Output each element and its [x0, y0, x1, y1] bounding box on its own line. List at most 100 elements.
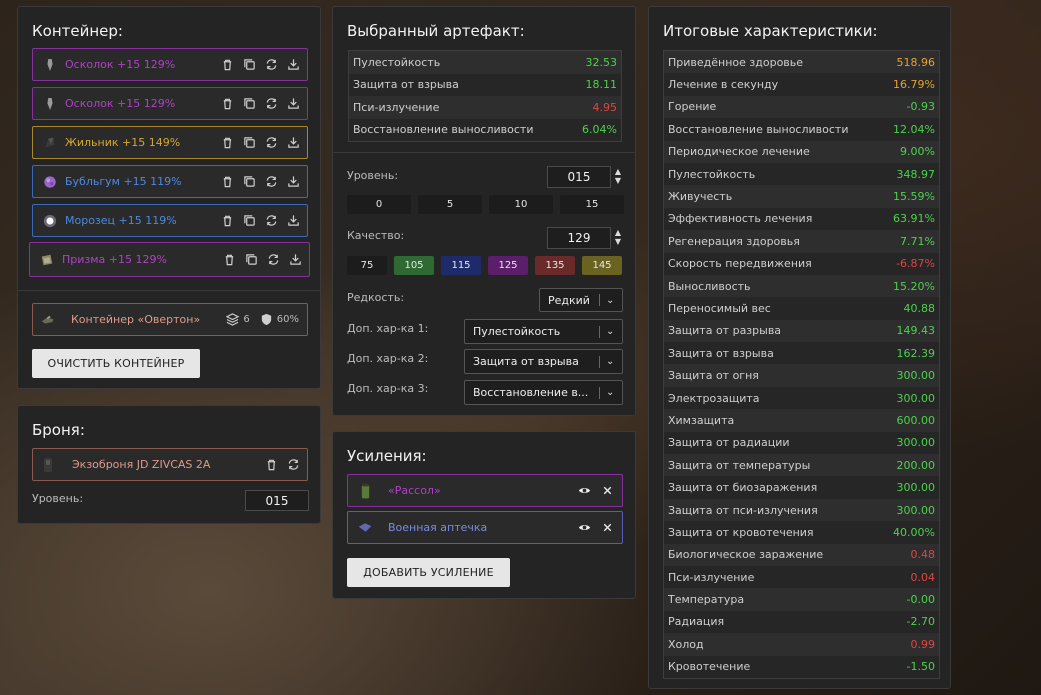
stat-name: Защита от взрыва — [353, 78, 459, 92]
quality-spinner[interactable]: ▲ ▼ — [614, 228, 622, 246]
stat-name: Защита от взрыва — [668, 346, 774, 360]
stat-name: Защита от кровотечения — [668, 525, 814, 539]
quality-preset-button[interactable]: 115 — [441, 256, 481, 275]
quality-input[interactable]: 129 — [547, 227, 611, 249]
stat-row: Периодическое лечение 9.00% — [664, 140, 939, 163]
trash-icon[interactable] — [221, 136, 234, 149]
stat-value: 40.00% — [893, 525, 935, 539]
stat-name: Защита от температуры — [668, 458, 811, 472]
swap-icon[interactable] — [265, 175, 278, 188]
boost-name: Военная аптечка — [388, 521, 488, 534]
download-icon[interactable] — [287, 214, 300, 227]
quality-preset-button[interactable]: 145 — [582, 256, 622, 275]
artifact-row[interactable]: Призма +15 129% — [29, 242, 310, 277]
armor-title: Броня: — [32, 421, 85, 439]
stat-row: Пулестойкость 348.97 — [664, 162, 939, 186]
level-preset-button[interactable]: 0 — [347, 195, 411, 214]
artifact-thumbnail-icon — [43, 134, 57, 152]
artifact-row[interactable]: Бубльгум +15 119% — [32, 165, 308, 198]
boost-name: «Рассол» — [388, 484, 441, 497]
stat-value: 149.43 — [896, 324, 936, 338]
extra-stat-1-select[interactable]: Пулестойкость ⌄ — [464, 319, 623, 344]
copy-icon[interactable] — [245, 253, 258, 266]
artifact-row[interactable]: Осколок +15 129% — [32, 48, 308, 81]
stat-row: Защита от биозаражения 300.00 — [664, 476, 939, 499]
armor-item[interactable]: Экзоброня JD ZIVCAS 2A — [32, 448, 308, 481]
trash-icon[interactable] — [223, 253, 236, 266]
extra-stat-3-select[interactable]: Восстановление в... ⌄ — [464, 380, 623, 405]
copy-icon[interactable] — [243, 214, 256, 227]
trash-icon[interactable] — [221, 175, 234, 188]
armor-level-input[interactable]: 015 — [245, 490, 309, 511]
download-icon[interactable] — [287, 175, 300, 188]
stat-value: 300.00 — [896, 481, 936, 495]
swap-icon[interactable] — [265, 97, 278, 110]
rarity-select[interactable]: Редкий ⌄ — [539, 288, 623, 312]
chevron-down-icon: ⌄ — [606, 294, 615, 306]
artifact-row[interactable]: Жильник +15 149% — [32, 126, 308, 159]
copy-icon[interactable] — [243, 136, 256, 149]
level-preset-button[interactable]: 5 — [418, 195, 482, 214]
quality-preset-button[interactable]: 75 — [347, 256, 387, 275]
stat-value: 348.97 — [896, 167, 936, 181]
stat-value: 200.00 — [896, 458, 936, 472]
trash-icon[interactable] — [265, 458, 278, 471]
level-input[interactable]: 015 — [547, 166, 611, 188]
selected-stats-table: Пулестойкость 32.53 Защита от взрыва 18.11 П… — [348, 50, 622, 142]
swap-icon[interactable] — [265, 58, 278, 71]
swap-icon[interactable] — [287, 458, 300, 471]
boost-row[interactable]: Военная аптечка — [347, 511, 623, 544]
extra-stat-2-select[interactable]: Защита от взрыва ⌄ — [464, 349, 623, 374]
level-preset-button[interactable]: 10 — [489, 195, 553, 214]
download-icon[interactable] — [287, 136, 300, 149]
close-icon[interactable] — [601, 484, 614, 497]
artifact-name: Призма +15 129% — [62, 253, 167, 266]
stat-name: Регенерация здоровья — [668, 234, 800, 248]
stat-name: Живучесть — [668, 190, 733, 204]
stat-row: Лечение в секунду 16.79% — [664, 73, 939, 96]
stat-row: Выносливость 15.20% — [664, 274, 939, 298]
stat-value: 0.48 — [910, 548, 936, 562]
stat-name: Пси-излучение — [668, 570, 755, 584]
artifact-row[interactable]: Осколок +15 129% — [32, 87, 308, 120]
eye-icon[interactable] — [578, 484, 591, 497]
boost-row[interactable]: «Рассол» — [347, 474, 623, 507]
stat-row: Защита от огня 300.00 — [664, 364, 939, 387]
add-boost-button[interactable]: ДОБАВИТЬ УСИЛЕНИЕ — [347, 558, 510, 587]
artifact-thumbnail-icon — [43, 212, 57, 230]
stat-value: 162.39 — [896, 346, 936, 360]
extra-stat-2-label: Доп. хар-ка 2: — [347, 352, 429, 365]
quality-preset-button[interactable]: 125 — [488, 256, 528, 275]
quality-preset-button[interactable]: 105 — [394, 256, 434, 275]
copy-icon[interactable] — [243, 97, 256, 110]
level-spinner[interactable]: ▲ ▼ — [614, 167, 622, 185]
artifact-row[interactable]: Морозец +15 119% — [32, 204, 308, 237]
swap-icon[interactable] — [265, 136, 278, 149]
stat-value: -0.93 — [906, 100, 935, 114]
trash-icon[interactable] — [221, 214, 234, 227]
close-icon[interactable] — [601, 521, 614, 534]
stat-value: 9.00% — [900, 145, 935, 159]
clear-container-button[interactable]: ОЧИСТИТЬ КОНТЕЙНЕР — [32, 349, 200, 378]
container-item[interactable]: Контейнер «Овертон» 6 60% — [32, 303, 308, 336]
quality-label: Качество: — [347, 229, 405, 242]
download-icon[interactable] — [287, 58, 300, 71]
swap-icon[interactable] — [267, 253, 280, 266]
stat-value: 15.59% — [893, 190, 935, 204]
download-icon[interactable] — [287, 97, 300, 110]
stat-name: Электрозащита — [668, 391, 760, 405]
download-icon[interactable] — [289, 253, 302, 266]
copy-icon[interactable] — [243, 58, 256, 71]
eye-icon[interactable] — [578, 521, 591, 534]
quality-presets: 75 105 115 125 135 145 — [347, 256, 622, 275]
swap-icon[interactable] — [265, 214, 278, 227]
trash-icon[interactable] — [221, 58, 234, 71]
trash-icon[interactable] — [221, 97, 234, 110]
level-preset-button[interactable]: 15 — [560, 195, 624, 214]
container-slots: 6 — [243, 314, 250, 325]
quality-preset-button[interactable]: 135 — [535, 256, 575, 275]
copy-icon[interactable] — [243, 175, 256, 188]
stat-name: Пси-излучение — [353, 100, 440, 114]
boost-thumbnail-icon — [358, 482, 372, 500]
stat-row: Биологическое заражение 0.48 — [664, 543, 939, 566]
